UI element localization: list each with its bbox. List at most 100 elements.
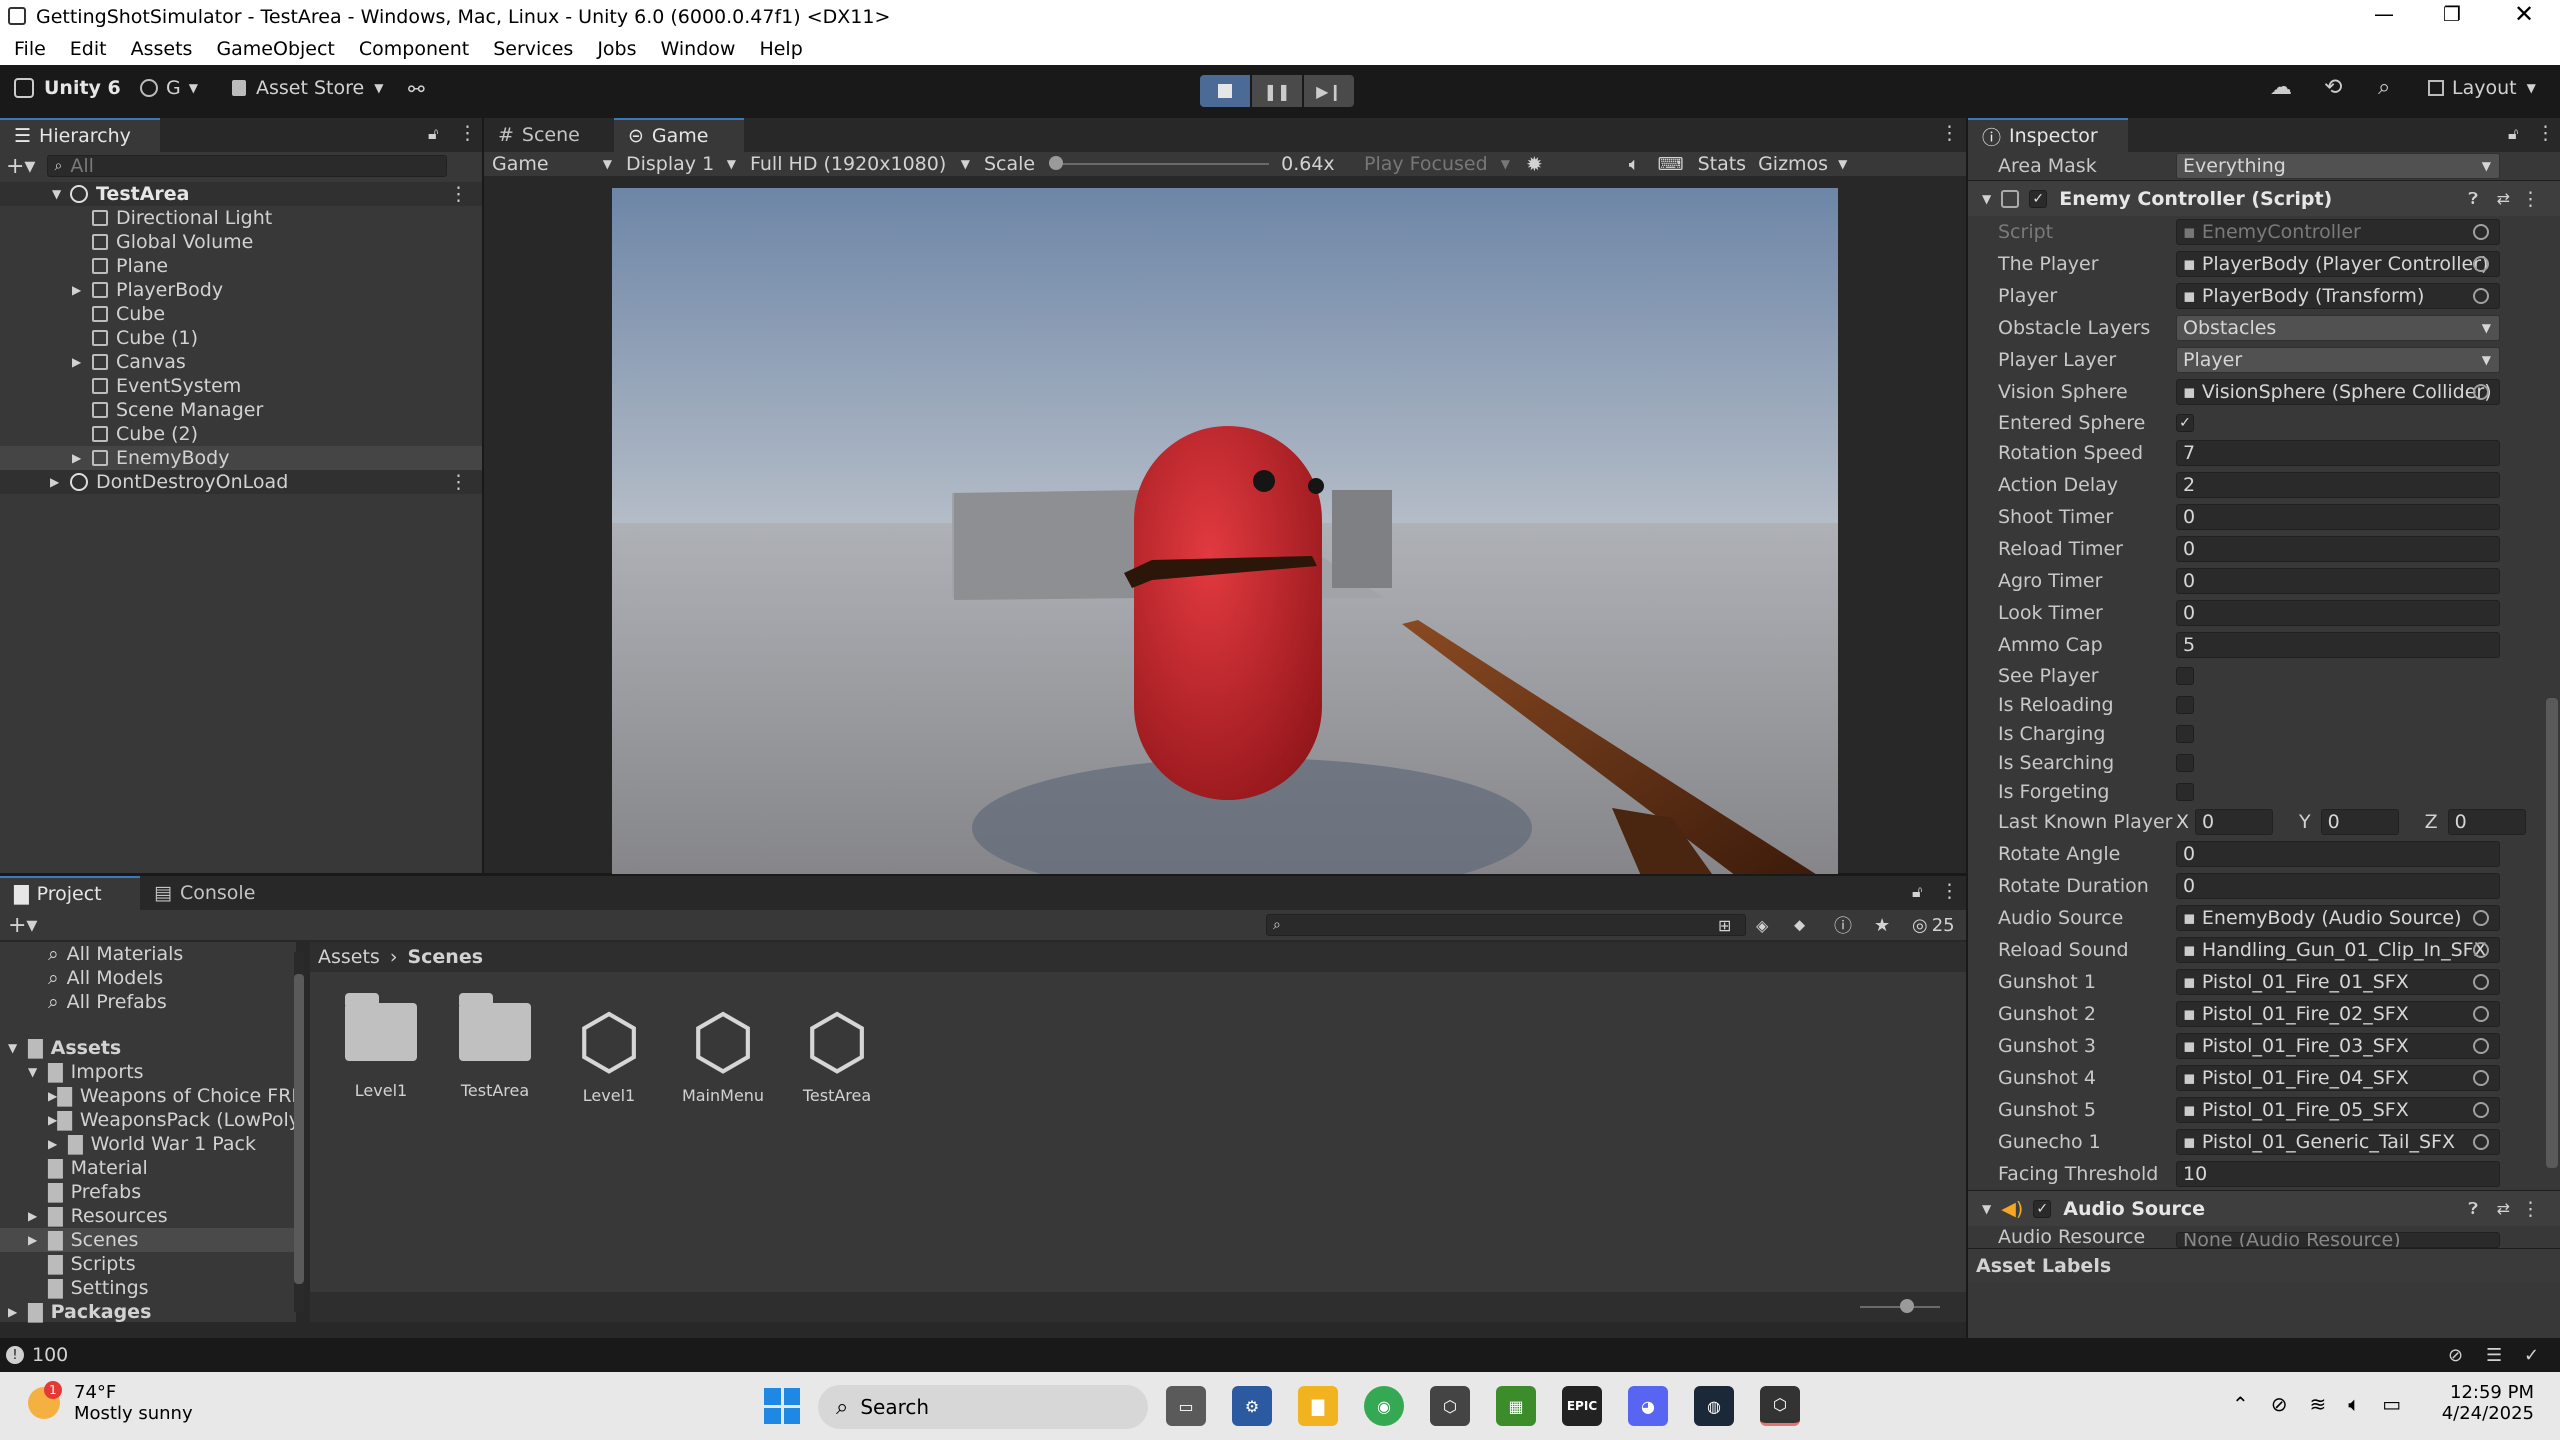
tab-game[interactable]: ⊝ Game — [614, 118, 744, 152]
icon-size-slider[interactable] — [1860, 1299, 1940, 1313]
object-picker-icon[interactable] — [2473, 1102, 2489, 1118]
history-icon[interactable]: ⟲ — [2324, 75, 2342, 100]
chevron-up-icon[interactable]: ⌃ — [2232, 1392, 2249, 1416]
keyboard-icon[interactable]: ⌨ — [1658, 154, 1684, 175]
discord-icon[interactable]: ◕ — [1628, 1386, 1668, 1426]
hierarchy-item[interactable]: Cube — [0, 302, 482, 326]
component-enabled-checkbox[interactable]: ✓ — [2029, 189, 2048, 208]
settings-gear-icon[interactable]: ⚙ — [1232, 1386, 1272, 1426]
folder-item[interactable]: ▶ ▇ WeaponsPack (LowPoly — [0, 1108, 300, 1132]
tab-console[interactable]: ▤ Console — [140, 876, 280, 910]
version-control-icon[interactable]: ⚯ — [408, 77, 425, 101]
folder-item[interactable]: ▶ ▇ Weapons of Choice FRI — [0, 1084, 297, 1108]
menu-window[interactable]: Window — [661, 38, 736, 60]
chrome-icon[interactable]: ◉ — [1364, 1386, 1404, 1426]
menu-file[interactable]: File — [14, 38, 46, 60]
packages-root[interactable]: ▶ ▇ Packages — [0, 1300, 296, 1324]
number-input[interactable]: 10 — [2176, 1161, 2500, 1187]
number-input[interactable]: 0 — [2176, 873, 2500, 899]
scale-slider-thumb[interactable] — [1049, 156, 1064, 170]
kebab-menu-icon[interactable]: ⋮ — [1940, 122, 1959, 144]
account-dropdown[interactable]: G ▼ — [140, 77, 198, 99]
folder-item[interactable]: ▶ ▇ Resources — [0, 1204, 296, 1228]
component-enabled-checkbox[interactable]: ✓ — [2033, 1199, 2052, 1218]
step-button[interactable]: ▶❙ — [1304, 75, 1354, 107]
folder-item[interactable]: ▇ Scripts — [0, 1252, 296, 1276]
component-header[interactable]: ▼ ✓ Enemy Controller (Script) ❓︎ ⇄ ⋮ — [1968, 180, 2560, 216]
status-count[interactable]: 100 — [32, 1344, 68, 1366]
tab-project[interactable]: ▇ Project — [0, 876, 140, 910]
unity-editor-icon[interactable]: ⬡ — [1760, 1386, 1800, 1426]
number-input[interactable]: 0 — [2176, 504, 2500, 530]
hierarchy-item[interactable]: EventSystem — [0, 374, 482, 398]
bug-icon[interactable]: ✹ — [1526, 152, 1543, 176]
vector-x-input[interactable]: 0 — [2195, 809, 2274, 835]
stop-button[interactable] — [1200, 75, 1250, 107]
vector-y-input[interactable]: 0 — [2320, 809, 2399, 835]
object-picker-icon[interactable] — [2473, 224, 2489, 240]
vector-z-input[interactable]: 0 — [2447, 809, 2526, 835]
field-checkbox[interactable] — [2176, 724, 2194, 743]
kebab-menu-icon[interactable]: ⋮ — [458, 122, 477, 144]
object-reference-field[interactable]: ▪ EnemyController — [2176, 219, 2500, 245]
folder-tree-scrollbar[interactable] — [294, 952, 304, 1312]
hierarchy-item[interactable]: Plane — [0, 254, 482, 278]
network-icon[interactable]: ⊘ — [2271, 1392, 2288, 1416]
stack-icon[interactable]: ☰ — [2486, 1345, 2502, 1366]
import-log-icon[interactable]: ⓘ — [1834, 912, 1852, 938]
field-checkbox[interactable]: ✓ — [2176, 413, 2194, 432]
asset-scene[interactable]: ⬡ MainMenu — [666, 998, 780, 1105]
search-icon[interactable]: ⌕ — [2378, 75, 2390, 100]
object-reference-field[interactable]: ▪ PlayerBody (Transform) — [2176, 283, 2500, 309]
maximize-button[interactable]: ❐ — [2443, 2, 2461, 26]
favorite-item[interactable]: ⌕ All Prefabs — [0, 990, 296, 1014]
asset-store-dropdown[interactable]: Asset Store ▼ — [232, 77, 383, 99]
object-reference-field[interactable]: ▪ Pistol_01_Fire_05_SFX — [2176, 1097, 2500, 1123]
number-input[interactable]: 0 — [2176, 536, 2500, 562]
network-off-icon[interactable]: ⊘ — [2448, 1345, 2463, 1366]
play-focused-dropdown[interactable]: Play Focused ▼ — [1356, 153, 1516, 175]
hierarchy-item[interactable]: Global Volume — [0, 230, 482, 254]
tab-inspector[interactable]: ⓘ Inspector — [1968, 118, 2128, 152]
field-checkbox[interactable] — [2176, 782, 2194, 801]
add-object-button[interactable]: +▾ — [6, 154, 35, 179]
minimize-button[interactable]: — — [2374, 2, 2394, 26]
menu-assets[interactable]: Assets — [131, 38, 193, 60]
assets-root[interactable]: ▼ ▇ Assets — [0, 1036, 296, 1060]
clock[interactable]: 12:59 PM 4/24/2025 — [2438, 1382, 2534, 1424]
menu-services[interactable]: Services — [493, 38, 573, 60]
stats-button[interactable]: Stats — [1698, 153, 1747, 175]
pause-button[interactable]: ❚❚ — [1252, 75, 1302, 107]
audio-resource-field[interactable]: None (Audio Resource) — [2176, 1232, 2500, 1248]
hierarchy-item[interactable]: ▶ Canvas — [0, 350, 482, 374]
weather-widget[interactable]: 1 74°F Mostly sunny — [28, 1381, 193, 1424]
create-asset-button[interactable]: +▾ — [8, 913, 37, 938]
asset-folder[interactable]: Level1 — [324, 993, 438, 1100]
scene-root-dontdestroyonload[interactable]: ▶ DontDestroyOnLoad ⋮ — [0, 470, 482, 494]
lock-icon[interactable]: 🔓︎ — [2508, 124, 2518, 144]
resolution-dropdown[interactable]: Full HD (1920x1080) ▼ — [742, 153, 976, 175]
object-picker-icon[interactable] — [2473, 910, 2489, 926]
project-search-input[interactable]: ⌕ — [1266, 914, 1746, 936]
filter-type-icon[interactable]: ◈ — [1756, 916, 1768, 935]
menu-help[interactable]: Help — [759, 38, 802, 60]
epic-games-icon[interactable]: EPIC — [1562, 1386, 1602, 1426]
menu-edit[interactable]: Edit — [70, 38, 107, 60]
object-reference-field[interactable]: ▪ Pistol_01_Generic_Tail_SFX — [2176, 1129, 2500, 1155]
kebab-menu-icon[interactable]: ⋮ — [2521, 1198, 2540, 1220]
object-picker-icon[interactable] — [2473, 1006, 2489, 1022]
folder-item[interactable]: ▇ Settings — [0, 1276, 296, 1300]
field-dropdown[interactable]: Obstacles ▼ — [2176, 315, 2500, 341]
search-by-type-icon[interactable]: ⊞ — [1718, 916, 1731, 935]
display-dropdown[interactable]: Display 1 ▼ — [618, 153, 742, 175]
scale-slider[interactable] — [1049, 156, 1270, 170]
hierarchy-item[interactable]: Scene Manager — [0, 398, 482, 422]
folder-item[interactable]: ▶ ▇ World War 1 Pack — [0, 1132, 296, 1156]
menu-gameobject[interactable]: GameObject — [216, 38, 334, 60]
object-picker-icon[interactable] — [2473, 1038, 2489, 1054]
lock-icon[interactable]: 🔓︎ — [428, 124, 438, 144]
kebab-menu-icon[interactable]: ⋮ — [1940, 880, 1959, 902]
minecraft-icon[interactable]: ▦ — [1496, 1386, 1536, 1426]
hierarchy-item[interactable]: Directional Light — [0, 206, 482, 230]
object-reference-field[interactable]: ▪ Pistol_01_Fire_02_SFX — [2176, 1001, 2500, 1027]
